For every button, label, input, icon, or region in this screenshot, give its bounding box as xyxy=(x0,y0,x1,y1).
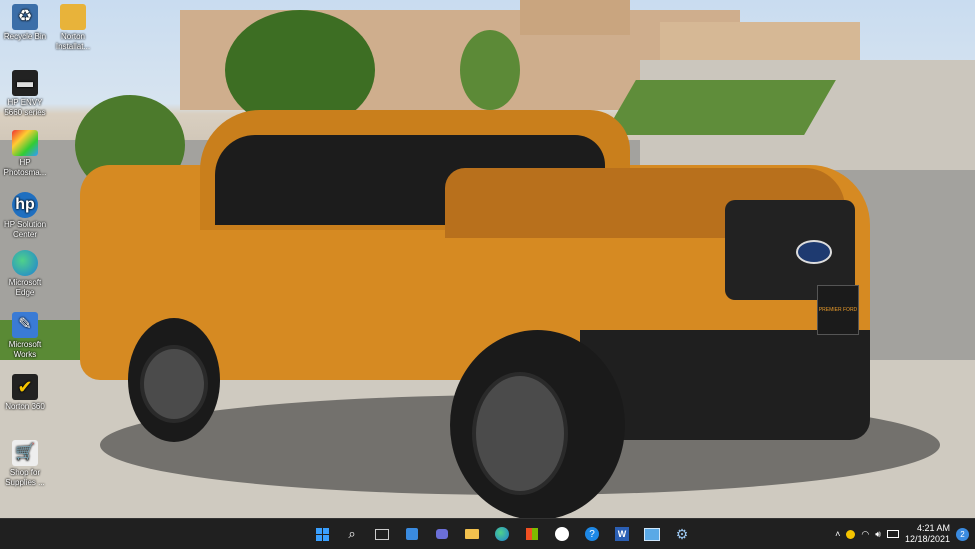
taskbar-apps: ⌕ ? W ⚙ xyxy=(310,522,694,546)
hp-photosmart-icon xyxy=(12,130,38,156)
edge-button[interactable] xyxy=(490,522,514,546)
github-button[interactable] xyxy=(550,522,574,546)
printer-icon: ▬ xyxy=(12,70,38,96)
store-icon xyxy=(526,528,538,540)
task-view-icon xyxy=(375,528,389,540)
github-icon xyxy=(555,527,569,541)
shop-supplies-icon: 🛒 xyxy=(12,440,38,466)
norton-tray-icon[interactable] xyxy=(846,529,856,539)
clock[interactable]: 4:21 AM 12/18/2021 xyxy=(905,523,950,545)
edge-icon xyxy=(12,250,38,276)
search-button[interactable]: ⌕ xyxy=(340,522,364,546)
desktop-icon-norton-installation[interactable]: Norton Installat... xyxy=(48,4,98,52)
word-icon: W xyxy=(615,527,629,541)
desktop-icon-hp-photosmart[interactable]: HP Photosma... xyxy=(0,130,50,178)
notification-badge[interactable]: 2 xyxy=(956,527,969,541)
tree xyxy=(460,30,520,110)
edge-icon xyxy=(495,527,509,541)
desktop-icon-hp-envy[interactable]: ▬ HP ENVY 5660 series xyxy=(0,70,50,118)
widgets-button[interactable] xyxy=(400,522,424,546)
clock-date: 12/18/2021 xyxy=(904,534,950,544)
norton-icon: ✔ xyxy=(12,374,38,400)
system-tray: ˄ ◠ 🔊︎ 4:21 AM 12/18/2021 2 xyxy=(835,519,969,549)
desktop-icon-norton-360[interactable]: ✔ Norton 360 xyxy=(0,374,50,412)
desktop-icon-hp-solution-center[interactable]: hp HP Solution Center xyxy=(0,192,50,240)
folder-icon xyxy=(60,4,86,30)
works-icon: ✎ xyxy=(12,312,38,338)
chevron-up-icon[interactable]: ˄ xyxy=(835,529,840,539)
desktop-icon-microsoft-edge[interactable]: Microsoft Edge xyxy=(0,250,50,298)
store-button[interactable] xyxy=(520,522,544,546)
battery-icon[interactable] xyxy=(886,530,899,538)
file-explorer-button[interactable] xyxy=(460,522,484,546)
gear-icon: ⚙ xyxy=(675,525,689,542)
desktop-icon-recycle-bin[interactable]: ♻ Recycle Bin xyxy=(0,4,50,42)
ford-logo xyxy=(796,240,832,264)
help-button[interactable]: ? xyxy=(580,522,604,546)
windows-start-icon xyxy=(315,527,329,541)
hp-icon: hp xyxy=(12,192,38,218)
word-button[interactable]: W xyxy=(610,522,634,546)
photos-icon xyxy=(644,527,660,541)
help-icon: ? xyxy=(585,527,599,541)
widgets-icon xyxy=(406,528,418,540)
chat-icon xyxy=(436,529,448,539)
chat-button[interactable] xyxy=(430,522,454,546)
settings-button[interactable]: ⚙ xyxy=(670,522,694,546)
task-view-button[interactable] xyxy=(370,522,394,546)
search-icon: ⌕ xyxy=(348,526,356,541)
desktop-icon-shop-supplies[interactable]: 🛒 Shop for Supplies ... xyxy=(0,440,50,488)
clock-time: 4:21 AM xyxy=(916,523,950,533)
desktop-wallpaper: PREMIER FORD xyxy=(0,0,975,518)
recycle-bin-icon: ♻ xyxy=(12,4,38,30)
taskbar: ⌕ ? W ⚙ ˄ ◠ 🔊︎ 4:21 AM 12/18/2021 2 xyxy=(0,518,975,549)
folder-icon xyxy=(465,529,479,539)
start-button[interactable] xyxy=(310,522,334,546)
desktop-icon-microsoft-works[interactable]: ✎ Microsoft Works xyxy=(0,312,50,360)
wifi-icon[interactable]: ◠ xyxy=(861,529,869,540)
license-plate: PREMIER FORD xyxy=(817,285,859,335)
volume-icon[interactable]: 🔊︎ xyxy=(875,529,881,540)
photos-button[interactable] xyxy=(640,522,664,546)
